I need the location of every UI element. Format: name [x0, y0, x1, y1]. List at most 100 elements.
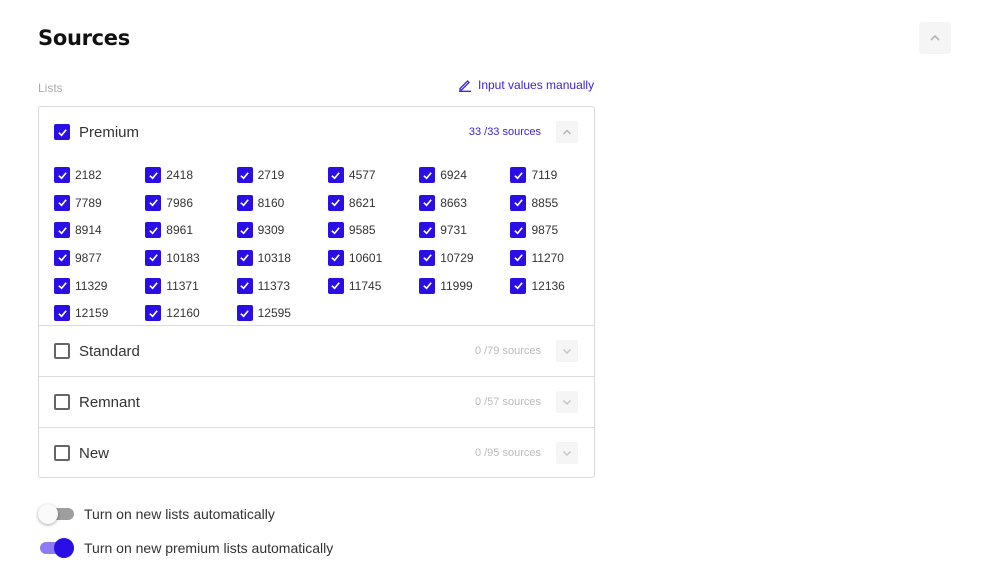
list-item[interactable]: 2182: [54, 167, 145, 183]
list-item-checkbox[interactable]: [54, 277, 70, 294]
list-item[interactable]: 9875: [510, 222, 601, 239]
list-item-checkbox[interactable]: [236, 249, 253, 266]
list-item-label: 9875: [531, 223, 559, 238]
list-item[interactable]: 7119: [510, 167, 601, 183]
check-icon: [240, 199, 249, 207]
list-item[interactable]: 11373: [236, 277, 328, 294]
list-item-checkbox[interactable]: [145, 305, 162, 322]
list-item-label: 11373: [257, 278, 291, 293]
list-item-label: 8914: [75, 223, 102, 238]
group-remnant-expand-button[interactable]: [556, 391, 578, 413]
list-item[interactable]: 11999: [419, 277, 510, 294]
list-item-checkbox[interactable]: [327, 249, 344, 266]
list-item-checkbox[interactable]: [145, 277, 162, 294]
list-item[interactable]: 2719: [236, 167, 328, 183]
list-item[interactable]: 4577: [327, 167, 419, 183]
list-item[interactable]: 12159: [54, 305, 145, 322]
list-item-checkbox[interactable]: [145, 249, 162, 266]
list-item[interactable]: 8855: [510, 194, 601, 211]
list-item-checkbox[interactable]: [236, 194, 253, 211]
group-new-label: New: [79, 444, 110, 462]
list-item[interactable]: 11371: [145, 277, 236, 294]
check-icon: [149, 171, 158, 179]
list-item[interactable]: 11745: [327, 277, 419, 294]
list-item-checkbox[interactable]: [145, 222, 162, 239]
list-item-checkbox[interactable]: [54, 305, 70, 322]
list-item[interactable]: 10729: [419, 249, 510, 266]
list-item-checkbox[interactable]: [419, 222, 436, 239]
list-item[interactable]: 9877: [54, 249, 145, 266]
new-premium-lists-auto-toggle[interactable]: [38, 538, 74, 558]
group-new-expand-button[interactable]: [556, 442, 578, 464]
list-item[interactable]: 2418: [145, 167, 236, 183]
check-icon: [422, 282, 432, 290]
list-item[interactable]: 8663: [419, 194, 510, 211]
check-icon: [149, 227, 158, 235]
new-lists-auto-label: Turn on new lists automatically: [84, 506, 275, 522]
list-item-checkbox[interactable]: [236, 277, 253, 294]
list-item-checkbox[interactable]: [54, 222, 70, 239]
list-item[interactable]: 11329: [54, 277, 145, 294]
group-premium-checkbox[interactable]: [54, 124, 70, 140]
list-item-checkbox[interactable]: [419, 167, 436, 183]
list-item-checkbox[interactable]: [54, 167, 70, 183]
list-item[interactable]: 6924: [419, 167, 510, 183]
list-item-label: 11270: [531, 250, 564, 265]
list-item-checkbox[interactable]: [510, 277, 527, 294]
group-new-checkbox[interactable]: [54, 445, 70, 461]
list-item-checkbox[interactable]: [236, 222, 253, 239]
group-remnant-checkbox[interactable]: [54, 394, 70, 410]
group-standard-expand-button[interactable]: [556, 340, 578, 362]
list-item-checkbox[interactable]: [510, 194, 527, 211]
list-item[interactable]: 7789: [54, 194, 145, 211]
list-item-checkbox[interactable]: [327, 194, 344, 211]
input-values-manually-link[interactable]: Input values manually: [458, 78, 594, 92]
list-item[interactable]: 10183: [145, 249, 236, 266]
list-item-checkbox[interactable]: [419, 277, 436, 294]
list-item-checkbox[interactable]: [419, 194, 436, 211]
check-icon: [57, 254, 67, 262]
list-item-checkbox[interactable]: [510, 222, 527, 239]
list-item-checkbox[interactable]: [145, 194, 162, 211]
list-item-checkbox[interactable]: [236, 305, 253, 322]
check-icon: [149, 254, 158, 262]
check-icon: [331, 227, 341, 235]
group-premium-collapse-button[interactable]: [556, 121, 578, 143]
collapse-section-button[interactable]: [919, 22, 951, 54]
list-item[interactable]: 9731: [419, 222, 510, 239]
list-item[interactable]: 8914: [54, 222, 145, 239]
list-item-checkbox[interactable]: [327, 167, 344, 183]
list-item-label: 10729: [440, 250, 474, 265]
list-item[interactable]: 8961: [145, 222, 236, 239]
list-item-checkbox[interactable]: [54, 249, 70, 266]
chevron-up-icon: [930, 34, 940, 41]
list-item-checkbox[interactable]: [236, 167, 253, 183]
group-standard-checkbox[interactable]: [54, 343, 70, 359]
list-item[interactable]: 8160: [236, 194, 328, 211]
list-item[interactable]: 12160: [145, 305, 236, 322]
list-item-checkbox[interactable]: [510, 167, 527, 183]
list-item[interactable]: 9309: [236, 222, 328, 239]
list-item-checkbox[interactable]: [510, 249, 527, 266]
list-item-label: 12136: [531, 278, 565, 293]
list-item-checkbox[interactable]: [327, 222, 344, 239]
list-item-checkbox[interactable]: [327, 277, 344, 294]
list-item-label: 11371: [166, 278, 199, 293]
list-item[interactable]: 8621: [327, 194, 419, 211]
list-item-label: 7119: [531, 168, 558, 182]
list-item-checkbox[interactable]: [54, 194, 70, 211]
list-item-label: 11999: [440, 278, 473, 293]
list-item[interactable]: 10601: [327, 249, 419, 266]
list-item[interactable]: 12136: [510, 277, 601, 294]
list-item[interactable]: 7986: [145, 194, 236, 211]
list-item-checkbox[interactable]: [419, 249, 436, 266]
list-item-checkbox[interactable]: [145, 167, 162, 183]
toggle-knob: [38, 504, 58, 524]
list-item[interactable]: 12595: [236, 305, 328, 322]
list-item-label: 9309: [257, 223, 285, 238]
list-item[interactable]: 10318: [236, 249, 328, 266]
list-item[interactable]: 9585: [327, 222, 419, 239]
new-lists-auto-toggle[interactable]: [38, 504, 74, 524]
pencil-icon: [459, 80, 471, 92]
list-item[interactable]: 11270: [510, 249, 601, 266]
